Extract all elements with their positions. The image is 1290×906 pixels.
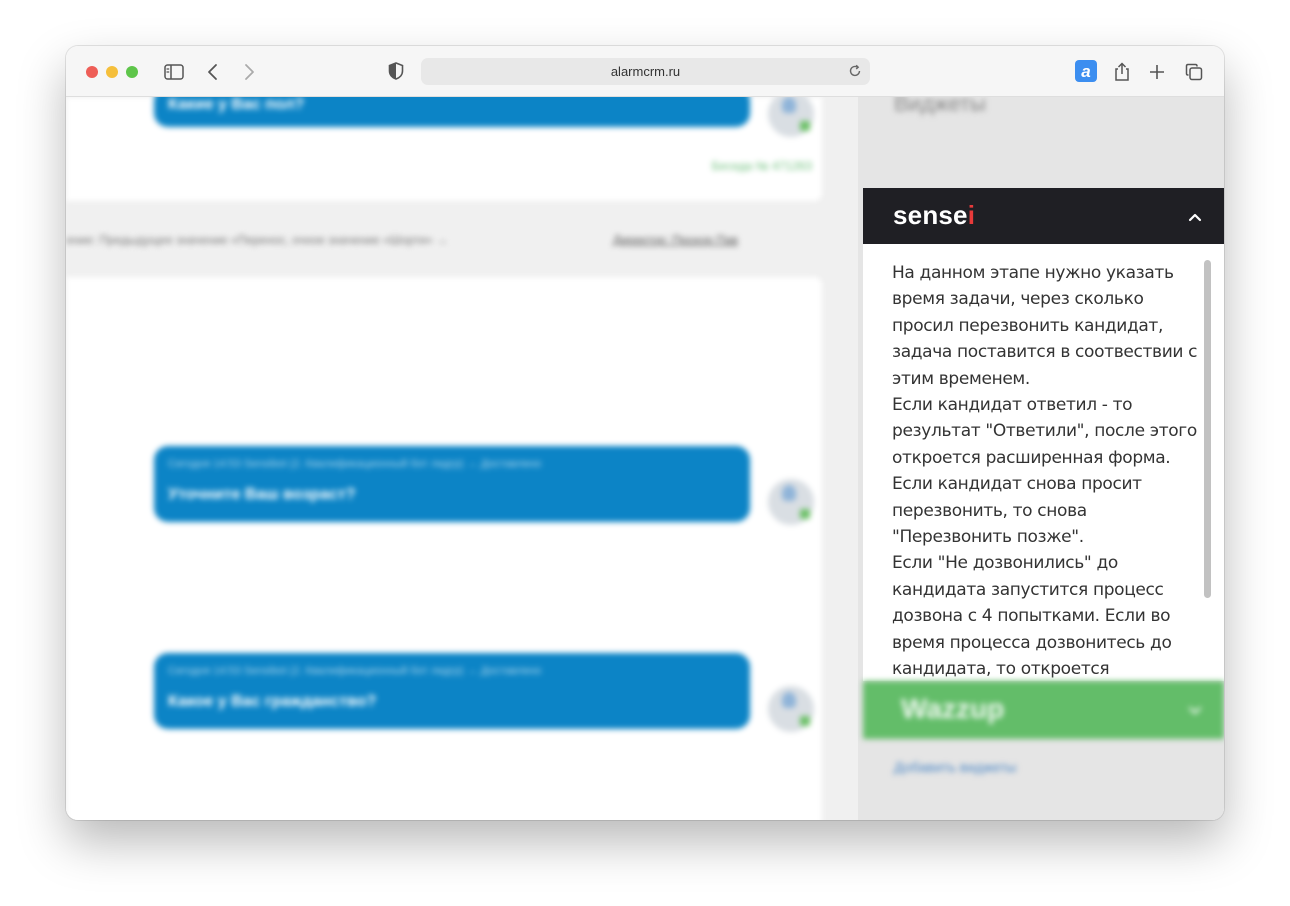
extension-a-icon[interactable]: a [1075,60,1097,82]
back-icon[interactable] [202,61,224,83]
chat-bubble-text: Какое у Вас гражданство? [168,693,377,710]
close-window-button[interactable] [86,66,98,78]
system-message-text: ение: Предыдущее значение «Перенос, очно… [66,233,448,247]
page-content: Какие у Вас пол? Беседа № 471263 ение: П… [66,97,1224,820]
conversation-status[interactable]: Беседа № 471263 [712,159,812,173]
chat-bubble-text: Уточните Ваш возраст? [168,486,356,503]
add-widgets-link[interactable]: Добавить виджеты [894,759,1016,775]
system-message: ение: Предыдущее значение «Перенос, очно… [66,201,858,277]
chat-bubble-top-text: Какие у Вас пол? [168,97,305,113]
chat-bubble-meta: Сегодня 14:53 Sensibot (2. Квалификацион… [168,665,542,677]
wazzup-widget-header[interactable]: Wazzup [863,681,1224,739]
tab-overview-icon[interactable] [1183,61,1205,83]
chat-card-top: Какие у Вас пол? Беседа № 471263 [66,97,822,201]
sidebar-toggle-icon[interactable] [163,61,185,83]
avatar [768,479,814,525]
avatar [768,686,814,732]
minimize-window-button[interactable] [106,66,118,78]
chevron-up-icon[interactable] [1188,210,1202,224]
forward-icon[interactable] [238,61,260,83]
sensei-widget-body: На данном этапе нужно указать время зада… [863,244,1224,681]
avatar [768,97,814,137]
browser-window: alarmcrm.ru a Какие у Вас пол? Беседа № … [66,46,1224,820]
browser-toolbar: alarmcrm.ru a [66,46,1224,97]
chat-bubble-meta: Сегодня 14:53 Sensibot (2. Квалификацион… [168,458,542,470]
sensei-widget-header[interactable]: sensei [863,188,1224,244]
reload-icon[interactable] [846,62,864,80]
widgets-title: Виджеты [894,97,986,116]
chat-bubble: Сегодня 14:53 Sensibot (2. Квалификацион… [154,446,750,522]
sensei-instructions: На данном этапе нужно указать время зада… [892,263,1198,680]
chat-feed: Какие у Вас пол? Беседа № 471263 ение: П… [66,97,858,820]
url-text: alarmcrm.ru [610,64,681,79]
privacy-shield-icon[interactable] [388,62,406,80]
chevron-down-icon[interactable] [1188,703,1202,717]
widgets-sidebar: Виджеты sensei На данном этапе нужно ука… [858,97,1224,820]
system-message-link[interactable]: Директор: Прохор Пав [613,233,738,247]
wazzup-title: Wazzup [901,693,1005,724]
chat-card-main: Сегодня 14:53 Sensibot (2. Квалификацион… [66,277,822,820]
share-icon[interactable] [1111,61,1133,83]
sensei-scrollbar[interactable] [1204,260,1211,598]
chat-bubble: Сегодня 14:53 Sensibot (2. Квалификацион… [154,653,750,729]
new-tab-icon[interactable] [1146,61,1168,83]
address-bar[interactable]: alarmcrm.ru [421,58,870,85]
chat-bubble-top: Какие у Вас пол? [154,97,750,127]
sensei-logo: sensei [893,200,976,230]
zoom-window-button[interactable] [126,66,138,78]
